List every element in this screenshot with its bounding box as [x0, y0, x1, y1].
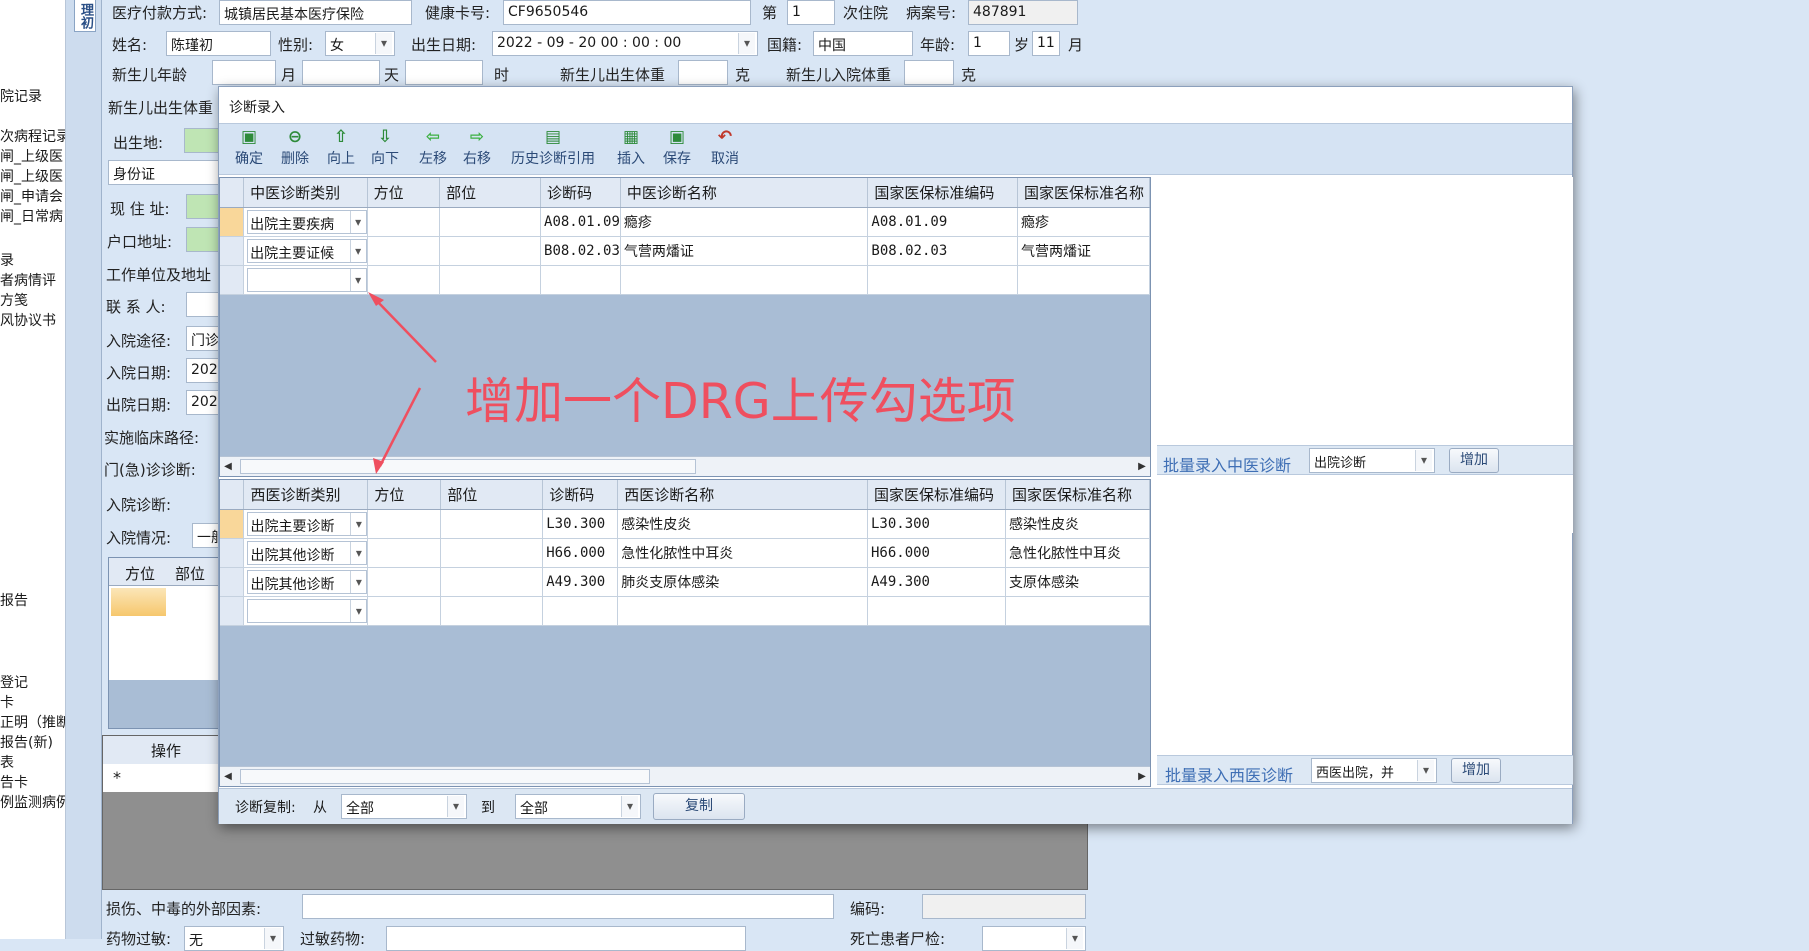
arrow-line-down	[378, 387, 422, 467]
annotation-text: 增加一个DRG上传勾选项	[465, 373, 1016, 430]
annotation-arrows	[368, 292, 437, 474]
arrow-line-up	[373, 297, 437, 363]
arrow-head-up	[368, 292, 384, 306]
